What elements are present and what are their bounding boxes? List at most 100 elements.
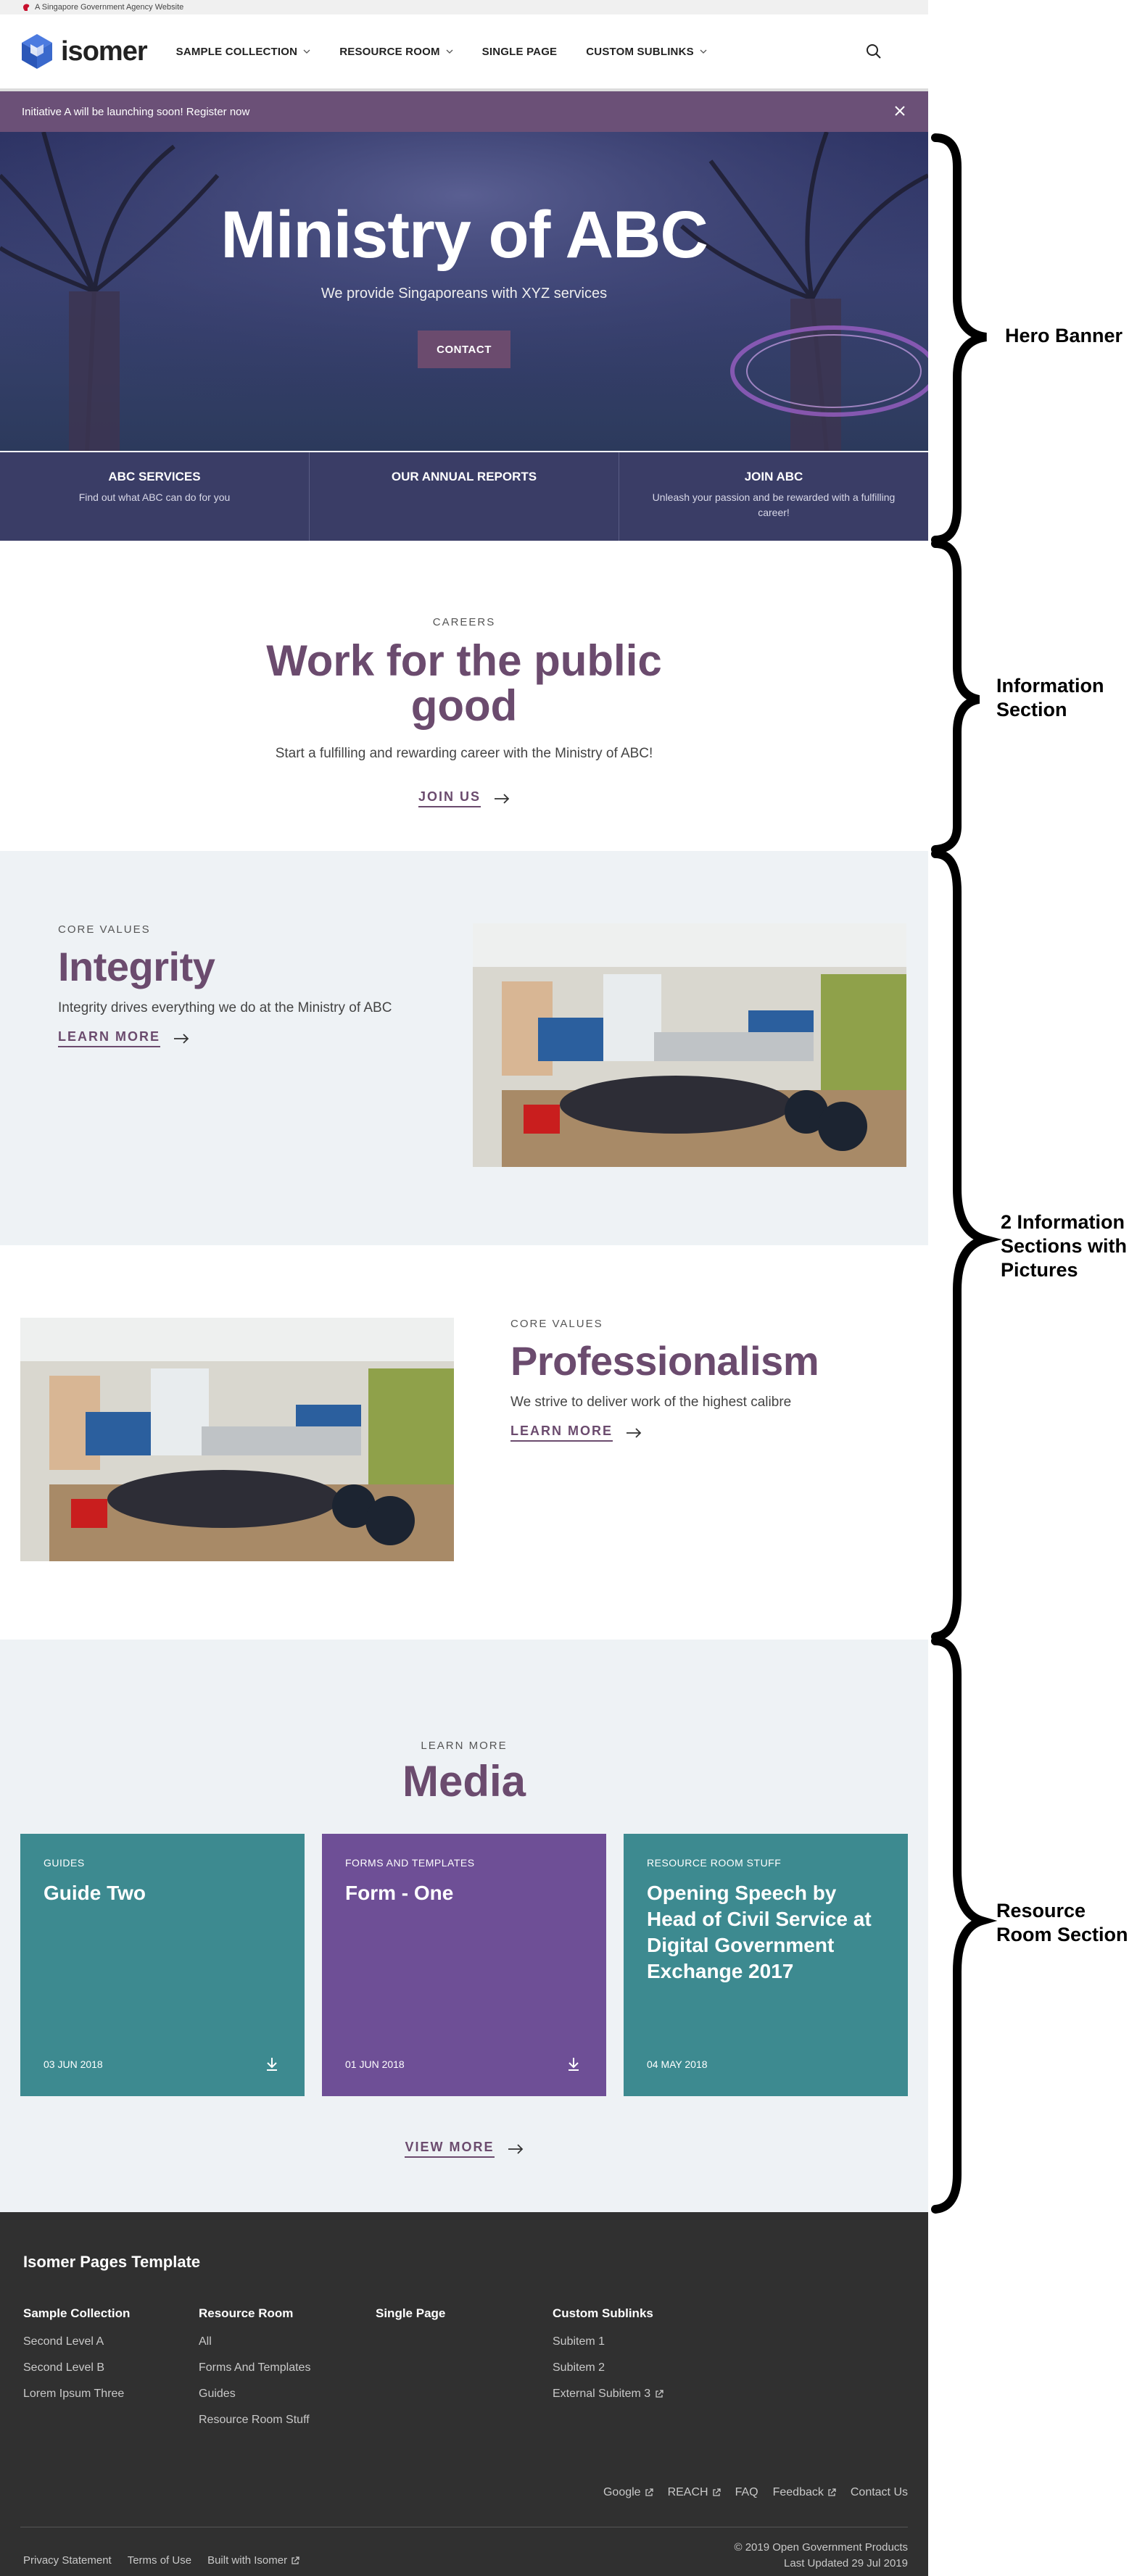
footer-column: Sample Collection Second Level A Second … <box>23 2306 130 2414</box>
pic-title: Professionalism <box>510 1338 819 1384</box>
card-date: 01 JUN 2018 <box>345 2058 405 2070</box>
rr-title: Media <box>402 1757 526 1806</box>
search-icon[interactable] <box>866 43 882 59</box>
highlight-title: ABC SERVICES <box>108 470 201 483</box>
link-label: LEARN MORE <box>58 1029 160 1047</box>
link-label: Subitem 1 <box>553 2335 605 2348</box>
footer-legal-links: Privacy Statement Terms of Use Built wit… <box>23 2554 299 2567</box>
footer-column-title[interactable]: Single Page <box>376 2306 445 2321</box>
pic-text-block: CORE VALUES Integrity Integrity drives e… <box>58 923 450 1047</box>
resource-room-section: LEARN MORE Media GUIDES Guide Two 03 JUN… <box>0 1640 928 2212</box>
footer-link[interactable]: Lorem Ipsum Three <box>23 2388 130 2401</box>
annotation-label: Information Section <box>996 675 1104 720</box>
nav-resource-room[interactable]: RESOURCE ROOM <box>339 45 453 58</box>
footer-column: Single Page <box>376 2306 445 2335</box>
link-label: FAQ <box>735 2486 758 2498</box>
download-icon[interactable] <box>265 2057 278 2072</box>
resource-card[interactable]: FORMS AND TEMPLATES Form - One 01 JUN 20… <box>322 1834 606 2096</box>
link-label: LEARN MORE <box>510 1424 613 1442</box>
highlight-annual-reports[interactable]: OUR ANNUAL REPORTS <box>310 452 619 541</box>
nav-sample-collection[interactable]: SAMPLE COLLECTION <box>176 46 311 58</box>
nav-label: CUSTOM SUBLINKS <box>586 45 694 58</box>
nav-single-page[interactable]: SINGLE PAGE <box>482 46 558 58</box>
link-label: Privacy Statement <box>23 2554 112 2567</box>
annotation-label: Resource Room Section <box>996 1900 1128 1945</box>
isomer-cube-icon <box>22 34 52 69</box>
privacy-statement-link[interactable]: Privacy Statement <box>23 2554 112 2567</box>
lion-head-icon <box>23 4 30 11</box>
download-icon[interactable] <box>567 2057 580 2072</box>
footer-link[interactable]: Second Level A <box>23 2335 130 2348</box>
footer-column-title[interactable]: Custom Sublinks <box>553 2306 663 2321</box>
built-with-isomer-link[interactable]: Built with Isomer <box>207 2554 299 2567</box>
learn-more-link[interactable]: LEARN MORE <box>58 1029 189 1047</box>
highlight-abc-services[interactable]: ABC SERVICES Find out what ABC can do fo… <box>0 452 310 541</box>
contact-button[interactable]: CONTACT <box>418 331 510 368</box>
link-label: Second Level B <box>23 2361 105 2374</box>
footer-link[interactable]: Forms And Templates <box>199 2361 310 2375</box>
footer-link[interactable]: Second Level B <box>23 2361 130 2375</box>
information-section-brace <box>931 539 980 854</box>
annotation-label: 2 Information Sections with Pictures <box>1001 1211 1128 1281</box>
footer-link[interactable]: Subitem 1 <box>553 2335 663 2348</box>
join-us-link[interactable]: JOIN US <box>418 789 510 807</box>
key-highlights: ABC SERVICES Find out what ABC can do fo… <box>0 452 928 541</box>
last-updated-text: Last Updated 29 Jul 2019 <box>784 2557 908 2569</box>
footer-link-reach[interactable]: REACH <box>668 2486 721 2499</box>
hero-subtitle: We provide Singaporeans with XYZ service… <box>321 286 608 302</box>
footer-link[interactable]: Subitem 2 <box>553 2361 663 2375</box>
nav-custom-sublinks[interactable]: CUSTOM SUBLINKS <box>586 46 707 58</box>
pic-eyebrow: CORE VALUES <box>58 923 151 936</box>
annotation-braces <box>931 133 1002 2214</box>
arrow-right-icon <box>627 1427 642 1438</box>
link-label: Feedback <box>772 2486 824 2498</box>
footer-link-contact[interactable]: Contact Us <box>851 2486 908 2499</box>
chevron-down-icon <box>700 49 707 54</box>
footer-column: Custom Sublinks Subitem 1 Subitem 2 Exte… <box>553 2306 663 2414</box>
arrow-right-icon <box>508 2143 523 2154</box>
navbar: isomer SAMPLE COLLECTION RESOURCE ROOM S… <box>0 14 928 91</box>
learn-more-link[interactable]: LEARN MORE <box>510 1424 642 1442</box>
link-label: Built with Isomer <box>207 2554 288 2567</box>
chevron-down-icon <box>446 49 453 54</box>
footer-link[interactable]: Guides <box>199 2388 310 2401</box>
highlight-join-abc[interactable]: JOIN ABC Unleash your passion and be rew… <box>619 452 928 541</box>
pic-eyebrow: CORE VALUES <box>510 1318 603 1330</box>
masthead-text: A Singapore Government Agency Website <box>35 3 184 12</box>
footer-link-feedback[interactable]: Feedback <box>773 2486 836 2499</box>
office-photo <box>473 923 906 1167</box>
card-title: Opening Speech by Head of Civil Service … <box>647 1882 872 1982</box>
footer-link[interactable]: Resource Room Stuff <box>199 2414 310 2427</box>
external-link-icon <box>828 2488 836 2496</box>
card-title: Form - One <box>345 1882 454 1904</box>
resource-card[interactable]: GUIDES Guide Two 03 JUN 2018 <box>20 1834 305 2096</box>
view-more-link[interactable]: VIEW MORE <box>0 2140 928 2158</box>
website: A Singapore Government Agency Website is… <box>0 0 928 2576</box>
link-label: Guides <box>199 2388 236 2400</box>
footer-link-google[interactable]: Google <box>603 2486 653 2499</box>
footer-link[interactable]: All <box>199 2335 310 2348</box>
announcement-text[interactable]: Initiative A will be launching soon! Reg… <box>22 106 249 118</box>
link-label: Subitem 2 <box>553 2361 605 2374</box>
terms-of-use-link[interactable]: Terms of Use <box>128 2554 191 2567</box>
link-label: Contact Us <box>850 2486 908 2498</box>
site-logo[interactable]: isomer <box>20 33 148 70</box>
nav-label: RESOURCE ROOM <box>339 45 440 58</box>
external-link-icon <box>292 2556 299 2564</box>
footer-column: Resource Room All Forms And Templates Gu… <box>199 2306 310 2440</box>
external-link-icon <box>712 2488 721 2496</box>
link-label: Forms And Templates <box>199 2361 311 2374</box>
hero-banner-brace <box>931 133 988 544</box>
footer-column-title[interactable]: Sample Collection <box>23 2306 130 2321</box>
resource-card[interactable]: RESOURCE ROOM STUFF Opening Speech by He… <box>624 1834 908 2096</box>
nav-label: SAMPLE COLLECTION <box>175 45 298 58</box>
rr-eyebrow: LEARN MORE <box>421 1740 508 1752</box>
footer-column-title[interactable]: Resource Room <box>199 2306 310 2321</box>
annotation-label: Hero Banner <box>1005 325 1123 346</box>
arrow-right-icon <box>174 1033 189 1044</box>
footer-link-faq[interactable]: FAQ <box>735 2486 758 2499</box>
close-icon[interactable] <box>892 103 908 119</box>
footer-link[interactable]: External Subitem 3 <box>553 2388 663 2401</box>
link-label: All <box>199 2335 212 2348</box>
highlight-description: Unleash your passion and be rewarded wit… <box>652 491 896 518</box>
